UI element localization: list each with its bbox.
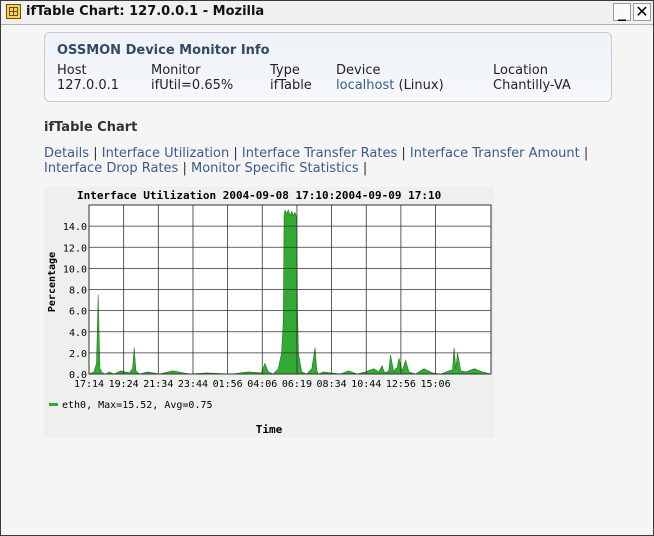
nav-separator: |: [93, 146, 98, 161]
legend-swatch: [49, 403, 58, 406]
device-info-box: OSSMON Device Monitor Info Host 127.0.0.…: [44, 32, 612, 102]
close-button[interactable]: ✕: [633, 3, 651, 21]
location-value: Chantilly-VA: [493, 78, 571, 93]
device-label: Device: [336, 63, 381, 78]
x-tick-label: 04:06: [247, 379, 277, 390]
browser-window: ifTable Chart: 127.0.0.1 - Mozilla _ ✕ O…: [0, 0, 654, 536]
info-col-device: Device localhost (Linux): [336, 63, 444, 93]
monitor-value: ifUtil=0.65%: [151, 78, 234, 93]
y-axis-label: Percentage: [47, 252, 58, 312]
x-tick-label: 15:06: [420, 379, 450, 390]
y-tick-label: 6.0: [69, 307, 87, 318]
link-interface-transfer-rates[interactable]: Interface Transfer Rates: [242, 146, 397, 161]
nav-separator: |: [362, 161, 368, 176]
link-interface-utilization[interactable]: Interface Utilization: [102, 146, 229, 161]
section-title: ifTable Chart: [44, 120, 138, 135]
type-label: Type: [270, 63, 300, 78]
link-details[interactable]: Details: [44, 146, 89, 161]
chart-container: Interface Utilization 2004-09-08 17:10:2…: [44, 187, 494, 438]
title-bar[interactable]: ifTable Chart: 127.0.0.1 - Mozilla _ ✕: [1, 1, 653, 25]
info-col-monitor: Monitor ifUtil=0.65%: [151, 63, 233, 93]
x-tick-label: 17:14: [74, 379, 104, 390]
link-monitor-specific-statistics[interactable]: Monitor Specific Statistics: [191, 161, 359, 176]
nav-separator: |: [583, 146, 589, 161]
host-value: 127.0.0.1: [57, 78, 120, 93]
nav-separator: |: [182, 161, 187, 176]
device-link[interactable]: localhost: [336, 78, 394, 93]
info-title: OSSMON Device Monitor Info: [57, 43, 270, 58]
y-tick-label: 4.0: [69, 328, 87, 339]
info-col-location: Location Chantilly-VA: [493, 63, 571, 93]
plot-area: 0.02.04.06.08.010.012.014.017:14 19:24 21:…: [63, 204, 492, 390]
minimize-button[interactable]: _: [613, 3, 631, 21]
monitor-label: Monitor: [151, 63, 201, 78]
x-tick-label: 08:34: [317, 379, 347, 390]
info-col-type: Type ifTable: [270, 63, 312, 93]
x-tick-label: 23:44: [178, 379, 208, 390]
x-tick-label: 01:56: [213, 379, 243, 390]
x-tick-label: 21:34: [143, 379, 173, 390]
window-title: ifTable Chart: 127.0.0.1 - Mozilla: [26, 4, 265, 19]
legend-text: eth0, Max=15.52, Avg=0.75: [62, 400, 213, 411]
location-label: Location: [493, 63, 548, 78]
device-value: localhost (Linux): [336, 78, 444, 93]
chart-title: Interface Utilization 2004-09-08 17:10:2…: [77, 189, 441, 202]
y-tick-label: 8.0: [69, 286, 87, 297]
chart-nav-links: Details | Interface Utilization | Interf…: [44, 146, 604, 176]
y-tick-label: 14.0: [63, 222, 87, 233]
page-content: OSSMON Device Monitor Info Host 127.0.0.…: [1, 25, 653, 535]
x-tick-label: 10:44: [351, 379, 381, 390]
utilization-chart: Interface Utilization 2004-09-08 17:10:2…: [47, 189, 492, 436]
y-tick-label: 2.0: [69, 349, 87, 360]
app-icon[interactable]: [6, 4, 21, 19]
link-interface-drop-rates[interactable]: Interface Drop Rates: [44, 161, 178, 176]
x-axis-label: Time: [256, 423, 283, 436]
link-interface-transfer-amount[interactable]: Interface Transfer Amount: [410, 146, 580, 161]
x-tick-label: 06:19: [282, 379, 312, 390]
x-tick-label: 12:56: [386, 379, 416, 390]
type-value: ifTable: [270, 78, 312, 93]
y-tick-label: 12.0: [63, 243, 87, 254]
info-col-host: Host 127.0.0.1: [57, 63, 119, 93]
host-label: Host: [57, 63, 87, 78]
nav-separator: |: [401, 146, 406, 161]
device-os: (Linux): [394, 78, 444, 93]
x-tick-label: 19:24: [109, 379, 139, 390]
nav-separator: |: [233, 146, 238, 161]
y-tick-label: 10.0: [63, 264, 87, 275]
